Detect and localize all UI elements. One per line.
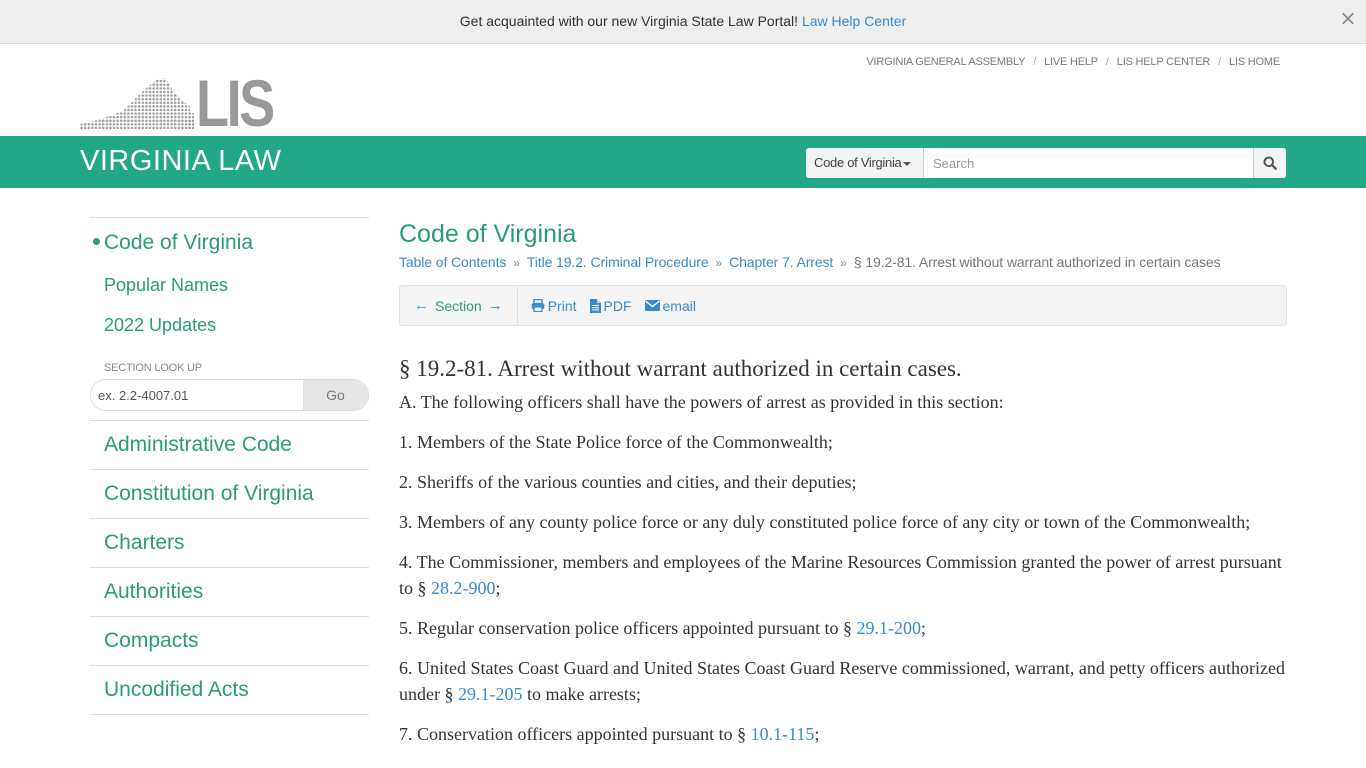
virginia-law-brand[interactable]: VIRGINIA LAW bbox=[80, 145, 282, 178]
nav-live-help[interactable]: LIVE HELP bbox=[1044, 56, 1098, 68]
active-bullet-icon bbox=[93, 237, 100, 245]
section-lookup-go-button[interactable]: Go bbox=[303, 380, 368, 410]
nav-lis-help-center[interactable]: LIS HELP CENTER bbox=[1117, 56, 1211, 68]
paragraph-text: ; bbox=[814, 724, 820, 744]
paragraph-text: 4. The Commissioner, members and employe… bbox=[399, 552, 1282, 598]
section-paragraph: 4. The Commissioner, members and employe… bbox=[399, 549, 1299, 601]
announcement-banner: Get acquainted with our new Virginia Sta… bbox=[0, 0, 1366, 44]
search-scope-value: Code of Virginia bbox=[814, 155, 902, 170]
previous-section-arrow-icon[interactable]: ← bbox=[414, 297, 429, 314]
section-paragraph: 7. Conservation officers appointed pursu… bbox=[399, 721, 1299, 747]
breadcrumb-separator: » bbox=[513, 256, 520, 270]
code-reference-link[interactable]: 10.1-115 bbox=[751, 724, 815, 744]
search-button[interactable] bbox=[1253, 148, 1286, 178]
search-bar: Code of Virginia bbox=[806, 148, 1286, 178]
print-label: Print bbox=[547, 297, 577, 314]
breadcrumb-current: § 19.2-81. Arrest without warrant author… bbox=[853, 254, 1221, 270]
search-icon bbox=[1263, 156, 1277, 170]
code-reference-link[interactable]: 29.1-205 bbox=[458, 684, 523, 704]
sidebar-item-authorities[interactable]: Authorities bbox=[90, 568, 369, 617]
main-content: Code of Virginia Table of Contents » Title… bbox=[399, 217, 1299, 747]
nav-lis-home[interactable]: LIS HOME bbox=[1229, 56, 1280, 68]
section-heading: § 19.2-81. Arrest without warrant author… bbox=[399, 356, 962, 381]
section-paragraph: 1. Members of the State Police force of … bbox=[399, 429, 1299, 455]
sidebar: Code of Virginia Popular Names 2022 Upda… bbox=[90, 217, 369, 715]
sidebar-item-popular-names[interactable]: Popular Names bbox=[90, 262, 369, 302]
nav-separator: / bbox=[1105, 56, 1109, 68]
section-lookup-label: SECTION LOOK UP bbox=[104, 362, 202, 374]
paragraph-text: 3. Members of any county police force or… bbox=[399, 512, 1251, 532]
breadcrumb-separator: » bbox=[715, 256, 723, 270]
breadcrumb-chapter-7[interactable]: Chapter 7. Arrest bbox=[729, 254, 833, 270]
section-lookup-form: Go bbox=[90, 379, 369, 411]
next-section-arrow-icon[interactable]: → bbox=[488, 297, 503, 314]
sidebar-item-charters[interactable]: Charters bbox=[90, 519, 369, 568]
section-paragraph: 5. Regular conservation police officers … bbox=[399, 615, 1299, 641]
printer-icon bbox=[531, 299, 545, 312]
sidebar-item-administrative-code[interactable]: Administrative Code bbox=[90, 421, 369, 470]
breadcrumb: Table of Contents » Title 19.2. Criminal P… bbox=[399, 254, 1299, 270]
nav-virginia-general-assembly[interactable]: VIRGINIA GENERAL ASSEMBLY bbox=[866, 56, 1025, 68]
page-title: Code of Virginia bbox=[399, 220, 577, 248]
sidebar-item-compacts[interactable]: Compacts bbox=[90, 617, 369, 666]
code-reference-link[interactable]: 29.1-200 bbox=[857, 618, 922, 638]
section-nav-label: Section bbox=[435, 297, 482, 314]
email-button[interactable]: email bbox=[644, 297, 696, 314]
sidebar-item-code-of-virginia[interactable]: Code of Virginia bbox=[90, 218, 369, 262]
section-paragraph: A. The following officers shall have the… bbox=[399, 389, 1299, 415]
email-label: email bbox=[662, 297, 696, 314]
close-icon[interactable]: × bbox=[1338, 0, 1358, 43]
paragraph-text: ; bbox=[921, 618, 927, 638]
nav-separator: / bbox=[1218, 56, 1222, 68]
nav-separator: / bbox=[1033, 56, 1037, 68]
paragraph-text: 5. Regular conservation police officers … bbox=[399, 618, 857, 638]
paragraph-text: 7. Conservation officers appointed pursu… bbox=[399, 724, 751, 744]
section-lookup-input[interactable] bbox=[91, 380, 303, 410]
sidebar-item-label: Code of Virginia bbox=[104, 231, 254, 254]
sidebar-item-uncodified-acts[interactable]: Uncodified Acts bbox=[90, 666, 369, 715]
paragraph-text: to make arrests; bbox=[522, 684, 641, 704]
caret-down-icon bbox=[903, 161, 912, 166]
breadcrumb-table-of-contents[interactable]: Table of Contents bbox=[399, 254, 506, 270]
paragraph-text: ; bbox=[495, 578, 501, 598]
sidebar-item-constitution-of-virginia[interactable]: Constitution of Virginia bbox=[90, 470, 369, 519]
banner-text: Get acquainted with our new Virginia Sta… bbox=[459, 13, 799, 29]
paragraph-text: 1. Members of the State Police force of … bbox=[399, 432, 833, 452]
sidebar-item-2022-updates[interactable]: 2022 Updates bbox=[90, 302, 369, 342]
section-nav: ← Section → bbox=[400, 286, 518, 325]
pdf-label: PDF bbox=[603, 297, 632, 314]
section-paragraph: 2. Sheriffs of the various counties and … bbox=[399, 469, 1299, 495]
code-reference-link[interactable]: 28.2-900 bbox=[431, 578, 496, 598]
sidebar-main-list: Administrative Code Constitution of Virg… bbox=[90, 420, 369, 715]
envelope-icon bbox=[644, 300, 660, 311]
lis-logo[interactable]: LIS bbox=[80, 70, 285, 136]
breadcrumb-title-19-2[interactable]: Title 19.2. Criminal Procedure bbox=[527, 254, 709, 270]
search-input[interactable] bbox=[924, 148, 1253, 178]
logo-text: LIS bbox=[196, 66, 275, 140]
pdf-button[interactable]: PDF bbox=[589, 297, 632, 314]
search-scope-dropdown[interactable]: Code of Virginia bbox=[806, 148, 924, 178]
paragraph-text: A. The following officers shall have the… bbox=[399, 392, 1004, 412]
file-icon bbox=[589, 298, 601, 313]
site-header: VIRGINIA LAW Code of Virginia bbox=[0, 136, 1366, 188]
breadcrumb-separator: » bbox=[840, 256, 847, 270]
section-toolbar: ← Section → Print PDF email bbox=[399, 285, 1287, 326]
print-button[interactable]: Print bbox=[531, 298, 577, 314]
paragraph-text: 2. Sheriffs of the various counties and … bbox=[399, 472, 857, 492]
section-paragraph: 3. Members of any county police force or… bbox=[399, 509, 1299, 535]
section-paragraph: 6. United States Coast Guard and United … bbox=[399, 655, 1299, 707]
utility-nav: VIRGINIA GENERAL ASSEMBLY / LIVE HELP / LIS … bbox=[866, 56, 1280, 68]
law-help-center-link[interactable]: Law Help Center bbox=[802, 13, 906, 29]
